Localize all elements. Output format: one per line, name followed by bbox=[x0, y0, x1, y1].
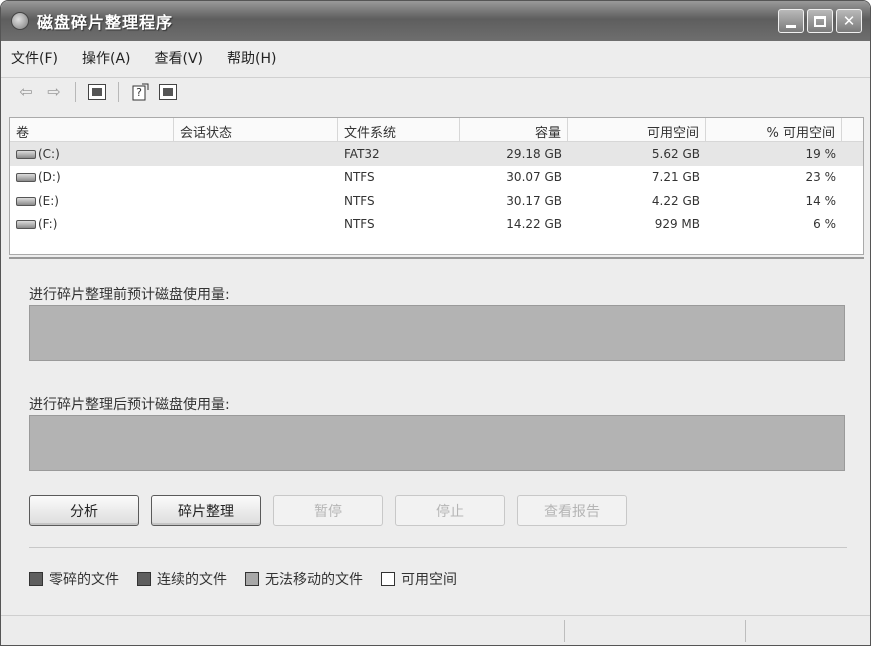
volume-name: (C:) bbox=[38, 146, 60, 161]
column-session-status[interactable]: 会话状态 bbox=[174, 118, 338, 141]
caption-buttons: ✕ bbox=[778, 9, 862, 33]
legend-unmovable: 无法移动的文件 bbox=[245, 569, 363, 589]
toolbar-separator bbox=[118, 81, 119, 102]
status-bar bbox=[1, 615, 870, 645]
fs-cell: NTFS bbox=[344, 217, 375, 232]
toolbar: ⇦ ⇨ ? bbox=[1, 77, 870, 105]
capacity-cell: 29.18 GB bbox=[506, 146, 562, 161]
fs-cell: NTFS bbox=[344, 170, 375, 185]
legend-label: 可用空间 bbox=[401, 572, 457, 588]
menu-action[interactable]: 操作(A) bbox=[82, 48, 131, 68]
window-title: 磁盘碎片整理程序 bbox=[37, 13, 174, 32]
close-icon: ✕ bbox=[842, 12, 856, 30]
volume-name: (D:) bbox=[38, 170, 61, 185]
volume-cell: (F:) bbox=[10, 217, 174, 231]
free-space-swatch bbox=[381, 572, 395, 586]
toolbar-separator bbox=[75, 81, 76, 102]
after-usage-display bbox=[29, 415, 845, 471]
maximize-icon bbox=[814, 15, 826, 27]
legend-contiguous: 连续的文件 bbox=[137, 569, 227, 589]
column-percent-free[interactable]: % 可用空间 bbox=[706, 118, 842, 141]
column-volume[interactable]: 卷 bbox=[10, 118, 174, 141]
fs-cell: NTFS bbox=[344, 193, 375, 208]
maximize-button[interactable] bbox=[807, 9, 833, 33]
legend-free-space: 可用空间 bbox=[381, 569, 457, 589]
before-usage-label: 进行碎片整理前预计磁盘使用量: bbox=[29, 287, 230, 303]
volume-cell: (D:) bbox=[10, 170, 174, 184]
column-free-space[interactable]: 可用空间 bbox=[568, 118, 706, 141]
pct-cell: 23 % bbox=[805, 170, 837, 185]
column-file-system[interactable]: 文件系统 bbox=[338, 118, 460, 141]
free-cell: 929 MB bbox=[654, 217, 700, 232]
pct-cell: 19 % bbox=[805, 146, 837, 161]
after-usage-label: 进行碎片整理后预计磁盘使用量: bbox=[29, 397, 230, 413]
back-arrow-icon[interactable]: ⇦ bbox=[15, 81, 37, 103]
defrag-window: 磁盘碎片整理程序 ✕ 文件(F) 操作(A) 查看(V) 帮助(H) ⇦ ⇨ ? bbox=[0, 0, 871, 646]
volume-row-f[interactable]: (F:) NTFS 14.22 GB 929 MB 6 % bbox=[10, 213, 863, 237]
forward-arrow-icon[interactable]: ⇨ bbox=[43, 81, 65, 103]
unmovable-swatch bbox=[245, 572, 259, 586]
capacity-cell: 30.17 GB bbox=[506, 193, 562, 208]
menu-view[interactable]: 查看(V) bbox=[155, 48, 204, 68]
menu-file[interactable]: 文件(F) bbox=[11, 48, 58, 68]
defragment-button[interactable]: 碎片整理 bbox=[151, 495, 261, 526]
menu-bar: 文件(F) 操作(A) 查看(V) 帮助(H) bbox=[1, 43, 870, 73]
legend-label: 零碎的文件 bbox=[49, 572, 119, 588]
capacity-cell: 14.22 GB bbox=[506, 217, 562, 232]
status-divider bbox=[564, 620, 565, 642]
pct-cell: 14 % bbox=[805, 193, 837, 208]
menu-help[interactable]: 帮助(H) bbox=[227, 48, 276, 68]
pause-button[interactable]: 暂停 bbox=[273, 495, 383, 526]
properties-icon bbox=[159, 83, 177, 100]
capacity-cell: 30.07 GB bbox=[506, 170, 562, 185]
column-capacity[interactable]: 容量 bbox=[460, 118, 568, 141]
status-divider bbox=[745, 620, 746, 642]
volume-row-c[interactable]: (C:) FAT32 29.18 GB 5.62 GB 19 % bbox=[10, 142, 863, 166]
free-cell: 7.21 GB bbox=[651, 170, 700, 185]
volume-row-e[interactable]: (E:) NTFS 30.17 GB 4.22 GB 14 % bbox=[10, 189, 863, 213]
title-bar[interactable]: 磁盘碎片整理程序 ✕ bbox=[1, 1, 870, 41]
drive-icon bbox=[16, 220, 36, 230]
properties-button[interactable] bbox=[157, 81, 179, 103]
help-icon: ? bbox=[132, 83, 149, 100]
legend-fragmented: 零碎的文件 bbox=[29, 569, 119, 589]
divider bbox=[29, 547, 847, 548]
volume-cell: (C:) bbox=[10, 147, 174, 161]
drive-icon bbox=[16, 173, 36, 183]
analyze-button[interactable]: 分析 bbox=[29, 495, 139, 526]
legend-label: 连续的文件 bbox=[157, 572, 227, 588]
volume-cell: (E:) bbox=[10, 194, 174, 208]
close-button[interactable]: ✕ bbox=[836, 9, 862, 33]
list-header: 卷 会话状态 文件系统 容量 可用空间 % 可用空间 bbox=[10, 118, 863, 142]
view-report-button[interactable]: 查看报告 bbox=[517, 495, 627, 526]
volume-name: (E:) bbox=[38, 193, 59, 208]
defrag-app-icon bbox=[11, 12, 29, 30]
svg-text:?: ? bbox=[136, 86, 142, 99]
minimize-button[interactable] bbox=[778, 9, 804, 33]
stop-button[interactable]: 停止 bbox=[395, 495, 505, 526]
help-button[interactable]: ? bbox=[129, 81, 151, 103]
free-cell: 5.62 GB bbox=[651, 146, 700, 161]
legend: 零碎的文件 连续的文件 无法移动的文件 可用空间 bbox=[29, 569, 475, 589]
volume-name: (F:) bbox=[38, 217, 58, 232]
free-cell: 4.22 GB bbox=[651, 193, 700, 208]
console-tree-button[interactable] bbox=[86, 81, 108, 103]
fragmented-swatch bbox=[29, 572, 43, 586]
fs-cell: FAT32 bbox=[344, 146, 380, 161]
pct-cell: 6 % bbox=[813, 217, 836, 232]
drive-icon bbox=[16, 196, 36, 206]
console-tree-icon bbox=[88, 83, 106, 100]
action-buttons: 分析 碎片整理 暂停 停止 查看报告 bbox=[29, 495, 627, 526]
drive-icon bbox=[16, 149, 36, 159]
before-usage-display bbox=[29, 305, 845, 361]
contiguous-swatch bbox=[137, 572, 151, 586]
legend-label: 无法移动的文件 bbox=[265, 572, 363, 588]
pane-splitter[interactable] bbox=[9, 257, 864, 259]
volume-list[interactable]: 卷 会话状态 文件系统 容量 可用空间 % 可用空间 (C:) FAT32 29… bbox=[9, 117, 864, 255]
volume-row-d[interactable]: (D:) NTFS 30.07 GB 7.21 GB 23 % bbox=[10, 166, 863, 190]
minimize-icon bbox=[786, 24, 796, 28]
